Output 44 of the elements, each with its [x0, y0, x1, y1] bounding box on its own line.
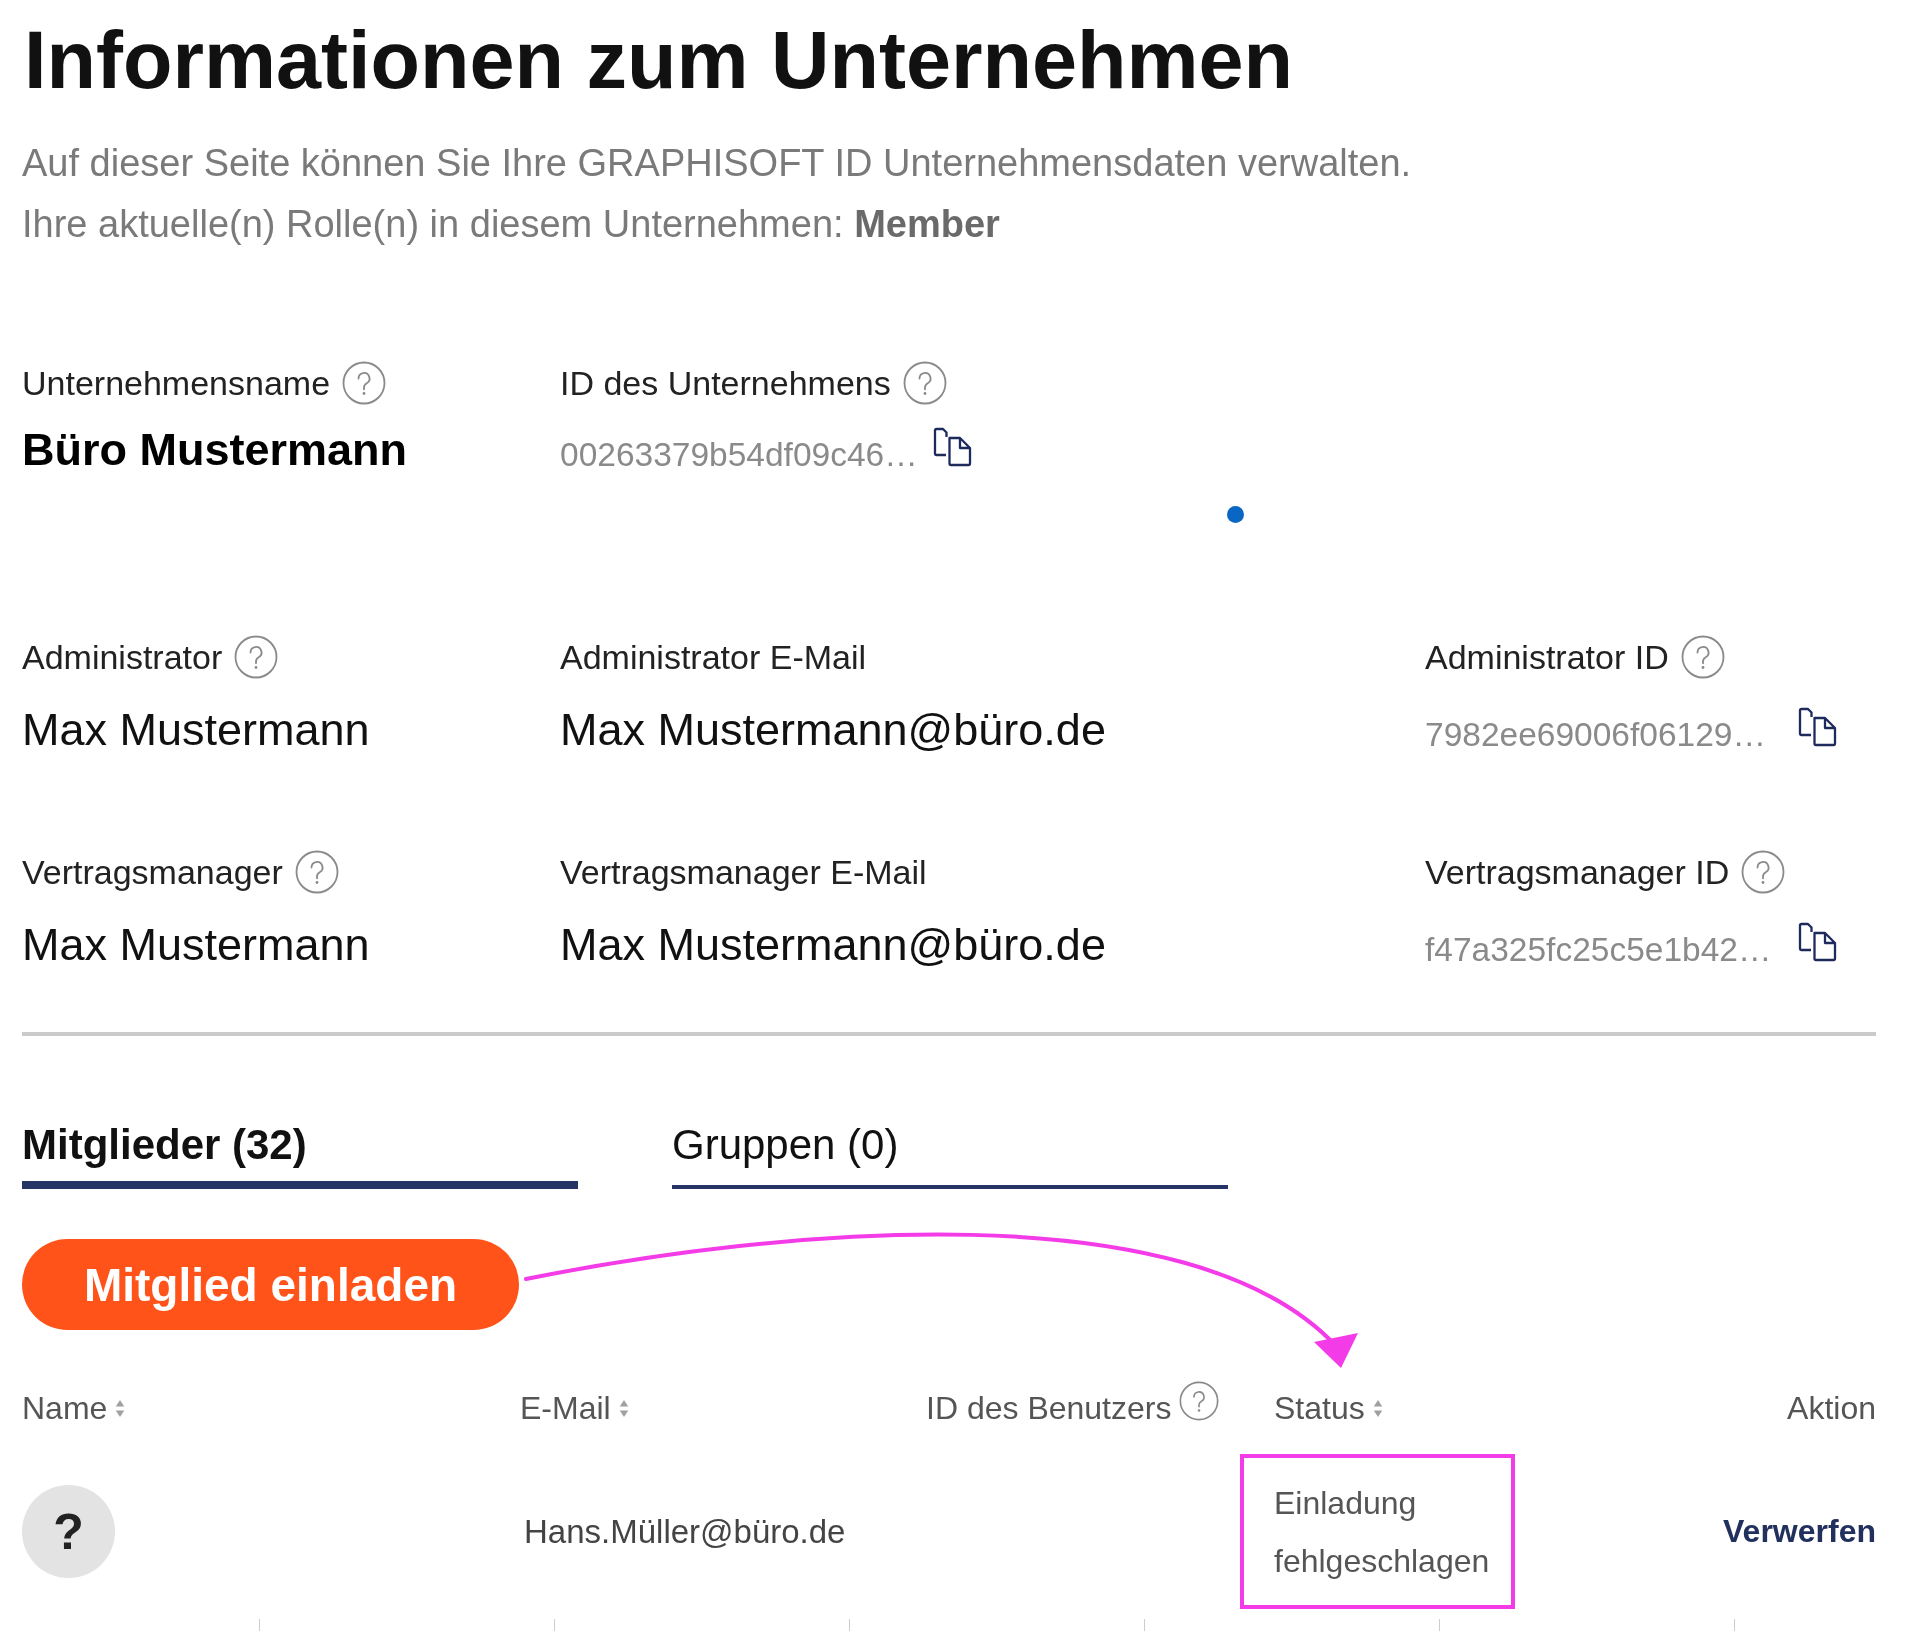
column-header: ID des Benutzers: [926, 1389, 1172, 1427]
help-icon[interactable]: [342, 361, 387, 405]
email-cell-text: Hans.Müller@büro.de: [523, 1512, 846, 1550]
field-value: Max Mustermann: [22, 919, 370, 971]
help-icon[interactable]: [902, 361, 947, 405]
field-label: Administrator E-Mail: [560, 637, 867, 677]
page-title: Informationen zum Unternehmen: [23, 19, 1295, 101]
field-label: Vertragsmanager ID: [1425, 852, 1730, 892]
help-icon[interactable]: [1680, 635, 1725, 679]
column-header[interactable]: Status: [1274, 1389, 1365, 1427]
tab[interactable]: Gruppen (0): [672, 1120, 1228, 1189]
help-icon[interactable]: [1179, 1381, 1220, 1421]
field-label: ID des Unternehmens: [560, 363, 891, 403]
id-value: 7982ee69006f06129…: [1425, 716, 1766, 754]
copy-icon[interactable]: [933, 427, 973, 467]
sort-icon[interactable]: [1372, 1399, 1383, 1417]
column-header[interactable]: E-Mail: [520, 1389, 611, 1427]
dot-icon: [1227, 506, 1244, 523]
field-value: Max Mustermann@büro.de: [560, 919, 1106, 971]
tab[interactable]: Mitglieder (32): [22, 1120, 578, 1189]
copy-icon[interactable]: [1798, 707, 1838, 747]
column-header[interactable]: Name: [22, 1389, 108, 1427]
field-value: Max Mustermann@büro.de: [560, 704, 1106, 756]
sort-icon[interactable]: [618, 1399, 629, 1417]
field-label: Vertragsmanager: [22, 852, 283, 892]
help-icon[interactable]: [1741, 850, 1786, 894]
help-icon[interactable]: [234, 635, 279, 679]
avatar: ?: [22, 1485, 115, 1578]
help-icon[interactable]: [294, 850, 339, 894]
field-label: Vertragsmanager E-Mail: [560, 852, 927, 892]
field-value: Max Mustermann: [22, 704, 370, 756]
id-value: f47a325fc25c5e1b42…: [1425, 931, 1772, 969]
field-label: Unternehmensname: [22, 363, 331, 403]
copy-icon[interactable]: [1798, 922, 1838, 962]
field-label: Administrator: [22, 637, 223, 677]
intro-text: Ihre aktuelle(n) Rolle(n) in diesem Unternehmen: Member: [22, 202, 1001, 247]
field-label: Administrator ID: [1425, 637, 1669, 677]
column-header: Aktion: [1787, 1389, 1876, 1427]
sort-icon[interactable]: [115, 1399, 126, 1417]
status-cell-text: Einladung fehlgeschlagen: [1274, 1483, 1491, 1581]
intro-text: Auf dieser Seite können Sie Ihre GRAPHISOFT ID Unternehmensdaten verwalten.: [22, 141, 1413, 186]
discard-link[interactable]: Verwerfen: [1723, 1513, 1876, 1549]
company-name: Büro Mustermann: [22, 424, 408, 476]
id-value: 00263379b54df09c46…: [560, 436, 918, 474]
